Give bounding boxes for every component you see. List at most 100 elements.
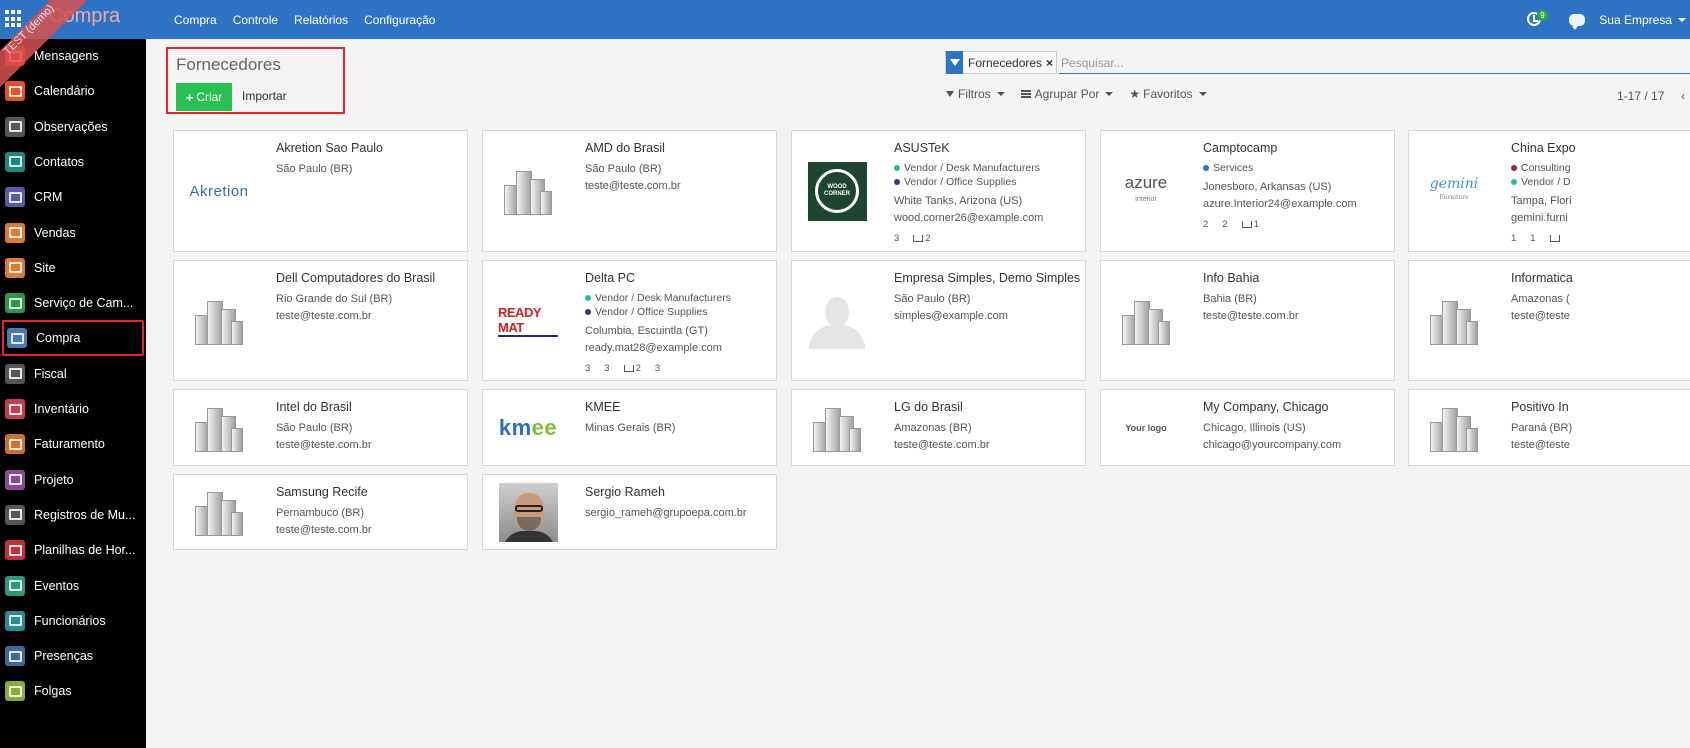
activity-button[interactable]: 9 bbox=[1527, 9, 1555, 30]
card-body: AMD do Brasil São Paulo (BR) teste@teste.c… bbox=[585, 141, 772, 195]
card-address: Tampa, Flori bbox=[1511, 195, 1572, 207]
card-email: teste@teste.com.br bbox=[894, 439, 990, 451]
partner-card[interactable]: Positivo In Paraná (BR) teste@teste bbox=[1408, 389, 1690, 466]
counter[interactable]: 2 bbox=[1203, 219, 1208, 230]
card-body: Sergio Rameh sergio_rameh@grupoepa.com.br bbox=[585, 485, 772, 522]
tag: Vendor / Desk Manufacturers bbox=[585, 291, 772, 305]
sidebar-item-3[interactable]: Contatos bbox=[0, 144, 146, 180]
sidebar-item-5[interactable]: Vendas bbox=[0, 215, 146, 251]
apps-menu-icon[interactable] bbox=[5, 10, 23, 28]
sidebar-item-15[interactable]: Eventos bbox=[0, 568, 146, 604]
sidebar-item-8[interactable]: Compra bbox=[2, 320, 144, 357]
partner-card[interactable]: Sergio Rameh sergio_rameh@grupoepa.com.br bbox=[482, 474, 777, 550]
search-input[interactable] bbox=[1059, 52, 1690, 74]
card-email: teste@teste.com.br bbox=[585, 180, 681, 192]
partner-card[interactable]: Info Bahia Bahia (BR) teste@teste.com.br bbox=[1100, 260, 1395, 381]
card-email: wood.corner26@example.com bbox=[894, 212, 1044, 224]
card-address: São Paulo (BR) bbox=[276, 163, 353, 175]
sidebar-item-1[interactable]: Calendário bbox=[0, 73, 146, 109]
sidebar-item-label: Calendário bbox=[34, 84, 95, 99]
sidebar-item-9[interactable]: Fiscal bbox=[0, 356, 146, 392]
sidebar-item-18[interactable]: Folgas bbox=[0, 673, 146, 709]
chevron-left-icon[interactable]: ‹ bbox=[1681, 89, 1685, 103]
card-email: chicago@yourcompany.com bbox=[1203, 439, 1342, 451]
partner-card[interactable]: Your logo My Company, Chicago Chicago, Ill… bbox=[1100, 389, 1395, 466]
app-icon bbox=[5, 575, 25, 596]
cart-counter[interactable] bbox=[1550, 233, 1562, 244]
sidebar-item-17[interactable]: Presenças bbox=[0, 638, 146, 674]
sidebar-item-label: Eventos bbox=[34, 578, 80, 593]
counter[interactable]: 3 bbox=[894, 233, 899, 244]
card-address: Bahia (BR) bbox=[1203, 293, 1257, 305]
partner-card[interactable]: Akretion Akretion Sao Paulo São Paulo (BR) bbox=[173, 130, 468, 252]
partner-card[interactable]: Samsung Recife Pernambuco (BR) teste@teste… bbox=[173, 474, 468, 550]
partner-card[interactable]: LG do Brasil Amazonas (BR) teste@teste.com… bbox=[791, 389, 1086, 466]
partner-card[interactable]: Intel do Brasil São Paulo (BR) teste@teste… bbox=[173, 389, 468, 466]
create-button[interactable]: + Criar bbox=[176, 83, 232, 111]
counter[interactable]: 3 bbox=[585, 363, 590, 374]
card-email: teste@teste.com.br bbox=[1203, 310, 1299, 322]
close-icon[interactable]: × bbox=[1046, 56, 1056, 70]
card-body: Dell Computadores do Brasil Rio Grande do… bbox=[276, 271, 463, 325]
sidebar-item-10[interactable]: Inventário bbox=[0, 391, 146, 427]
partner-card[interactable]: WOOD CORNER ASUSTeK Vendor / Desk Manufact… bbox=[791, 130, 1086, 252]
pager-value[interactable]: 1-17 / 17 bbox=[1617, 89, 1664, 103]
sidebar-item-label: Mensagens bbox=[34, 49, 99, 63]
cart-counter[interactable]: 2 bbox=[624, 363, 641, 374]
card-logo bbox=[1424, 398, 1484, 458]
partner-card[interactable]: READY MAT Delta PC Vendor / Desk Manufactu… bbox=[482, 260, 777, 381]
sidebar-item-4[interactable]: CRM bbox=[0, 179, 146, 215]
card-logo: READY MAT bbox=[498, 291, 558, 351]
counter[interactable]: 1 bbox=[1530, 233, 1535, 244]
sidebar-item-label: Folgas bbox=[34, 684, 72, 699]
top-menu-compra[interactable]: Compra bbox=[166, 13, 225, 27]
counter[interactable]: 1 bbox=[1511, 233, 1516, 244]
sidebar-item-2[interactable]: Observações bbox=[0, 109, 146, 145]
counter[interactable]: 3 bbox=[604, 363, 609, 374]
partner-card[interactable]: gemini Furniture China Expo Consulting Vendo… bbox=[1408, 130, 1690, 252]
sidebar-item-label: Faturamento bbox=[34, 437, 105, 452]
sidebar-item-16[interactable]: Funcionários bbox=[0, 603, 146, 639]
card-email: ready.mat28@example.com bbox=[585, 342, 722, 354]
sidebar-item-13[interactable]: Registros de Mu... bbox=[0, 497, 146, 533]
gemini-logo: gemini Furniture bbox=[1429, 176, 1479, 201]
tag-dot-icon bbox=[585, 295, 591, 302]
building-icon bbox=[191, 488, 247, 536]
partner-card[interactable]: azure interior Camptocamp Services Jonesboro… bbox=[1100, 130, 1395, 252]
tag-dot-icon bbox=[585, 309, 591, 316]
card-address: Chicago, Illinois (US) bbox=[1203, 422, 1306, 434]
partner-card[interactable]: Informatica Amazonas (teste@teste bbox=[1408, 260, 1690, 381]
counter[interactable]: 2 bbox=[1222, 219, 1227, 230]
partner-card[interactable]: kmee KMEE Minas Gerais (BR) bbox=[482, 389, 777, 466]
chat-icon[interactable] bbox=[1569, 13, 1586, 30]
favorites-dropdown[interactable]: ★ Favoritos bbox=[1129, 87, 1207, 101]
filters-dropdown[interactable]: Filtros bbox=[946, 87, 1005, 101]
sidebar-item-14[interactable]: Planilhas de Hor... bbox=[0, 532, 146, 568]
card-name: Camptocamp bbox=[1203, 141, 1278, 155]
sidebar-item-11[interactable]: Faturamento bbox=[0, 426, 146, 462]
sidebar-item-12[interactable]: Projeto bbox=[0, 462, 146, 498]
app-icon bbox=[5, 646, 25, 667]
card-body: LG do Brasil Amazonas (BR) teste@teste.com… bbox=[894, 400, 1081, 454]
card-body: Empresa Simples, Demo Simples São Paulo (… bbox=[894, 271, 1081, 325]
import-button[interactable]: Importar bbox=[242, 89, 287, 103]
card-address: São Paulo (BR) bbox=[585, 163, 662, 175]
top-menu-configuracao[interactable]: Configuração bbox=[356, 13, 443, 27]
counter[interactable]: 3 bbox=[655, 363, 660, 374]
sidebar-item-6[interactable]: Site bbox=[0, 250, 146, 286]
top-menu-controle[interactable]: Controle bbox=[225, 13, 286, 27]
card-logo bbox=[498, 161, 558, 221]
partner-card[interactable]: Dell Computadores do Brasil Rio Grande do… bbox=[173, 260, 468, 381]
company-switcher[interactable]: Sua Empresa bbox=[1599, 13, 1686, 27]
app-icon bbox=[5, 399, 25, 419]
card-address: Rio Grande do Sul (BR) bbox=[276, 293, 393, 305]
partner-card[interactable]: AMD do Brasil São Paulo (BR) teste@teste.c… bbox=[482, 130, 777, 252]
group-by-dropdown[interactable]: Agrupar Por bbox=[1020, 87, 1114, 101]
cart-counter[interactable]: 2 bbox=[913, 233, 930, 244]
partner-card[interactable]: Empresa Simples, Demo Simples São Paulo (… bbox=[791, 260, 1086, 381]
card-logo bbox=[189, 291, 249, 351]
top-menu-relatorios[interactable]: Relatórios bbox=[286, 13, 356, 27]
cart-counter[interactable]: 1 bbox=[1242, 219, 1259, 230]
ready-mat-logo: READY MAT bbox=[498, 305, 558, 337]
sidebar-item-7[interactable]: Serviço de Cam... bbox=[0, 285, 146, 321]
